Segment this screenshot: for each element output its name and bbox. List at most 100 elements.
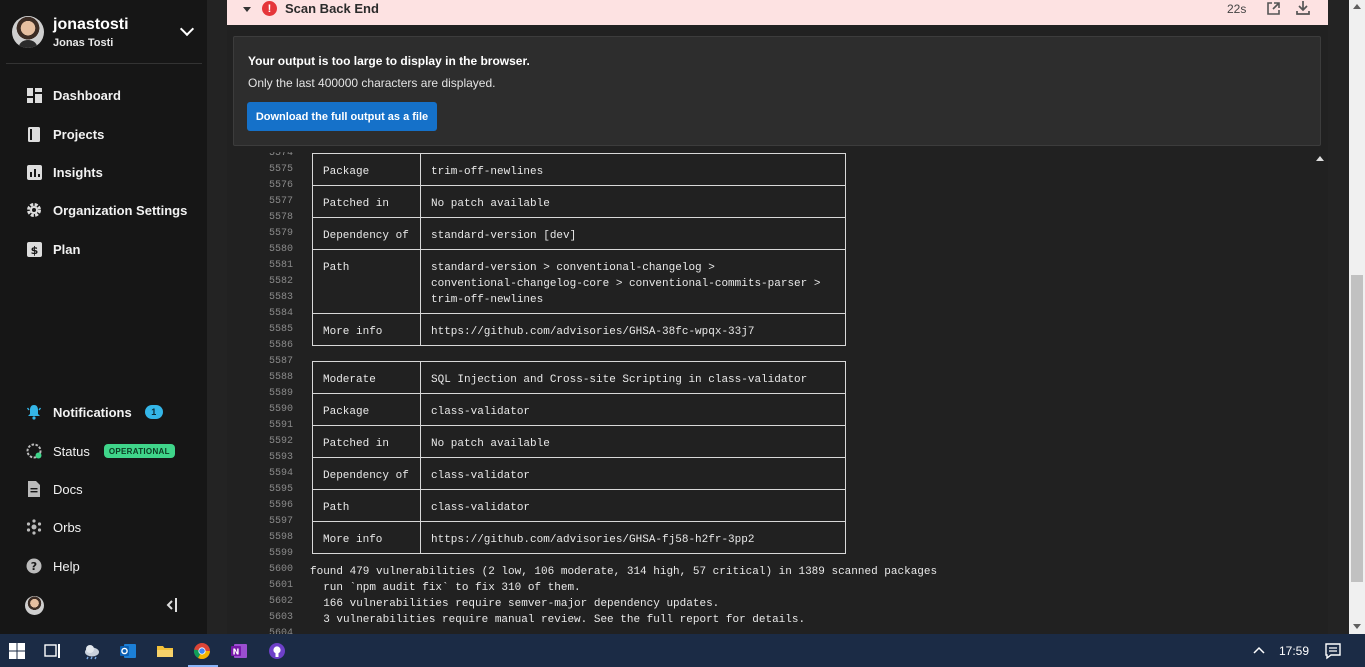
main-content: ! Scan Back End 22s Your output is too l…	[207, 0, 1365, 634]
windows-taskbar: N 17:59	[0, 634, 1365, 667]
line-number: 5591	[268, 420, 293, 431]
status-badge: OPERATIONAL	[103, 444, 175, 458]
github-icon[interactable]	[268, 642, 286, 660]
avatar[interactable]	[25, 596, 44, 615]
onenote-icon[interactable]: N	[230, 642, 248, 660]
page-scrollbar[interactable]	[1349, 0, 1365, 634]
log-line: 166 vulnerabilities require semver-major…	[310, 598, 720, 610]
notification-count-badge: 1	[144, 405, 163, 419]
line-number: 5585	[268, 324, 293, 335]
line-number: 5574	[268, 152, 293, 159]
line-number: 5599	[268, 548, 293, 559]
sidebar-item-notifications[interactable]: Notifications 1	[26, 401, 163, 423]
sidebar-item-label: Notifications	[53, 404, 132, 420]
sidebar-item-label: Projects	[53, 126, 105, 142]
sidebar-item-status[interactable]: Status OPERATIONAL	[26, 440, 175, 462]
scrollbar-thumb[interactable]	[1351, 275, 1363, 582]
log-scrollbar[interactable]	[1312, 152, 1328, 634]
table-cell: https://github.com/advisories/GHSA-38fc-…	[431, 326, 755, 338]
download-output-button[interactable]: Download the full output as a file	[247, 102, 437, 131]
line-number: 5587	[268, 356, 293, 367]
user-menu[interactable]: jonastosti Jonas Tosti	[12, 15, 197, 49]
table-border	[312, 425, 846, 426]
line-number: 5578	[268, 212, 293, 223]
external-link-icon[interactable]	[1266, 1, 1281, 16]
sidebar-item-help[interactable]: ? Help	[26, 555, 80, 577]
table-border	[312, 393, 846, 394]
table-cell: No patch available	[431, 438, 550, 450]
orbs-icon	[26, 519, 42, 535]
step-header[interactable]: ! Scan Back End 22s	[227, 0, 1328, 25]
sidebar-item-orbs[interactable]: Orbs	[26, 516, 81, 538]
scroll-up-icon[interactable]	[1316, 156, 1324, 161]
line-number: 5598	[268, 532, 293, 543]
log-output: 5574 5575 5576 5577 5578 5579 5580 5581 5582 5583…	[227, 152, 1312, 634]
line-number: 5600	[268, 564, 293, 575]
line-number: 5584	[268, 308, 293, 319]
table-cell: More info	[323, 534, 383, 546]
table-border	[312, 521, 846, 522]
sidebar-item-plan[interactable]: $ Plan	[26, 238, 80, 260]
line-number: 5582	[268, 276, 293, 287]
line-number: 5575	[268, 164, 293, 175]
document-icon	[26, 481, 42, 497]
log-line: 3 vulnerabilities require manual review.…	[310, 614, 806, 626]
line-number: 5583	[268, 292, 293, 303]
chrome-icon[interactable]	[193, 642, 211, 660]
book-icon	[26, 126, 42, 142]
table-border	[312, 249, 846, 250]
step-duration: 22s	[1227, 2, 1247, 16]
line-number: 5592	[268, 436, 293, 447]
chevron-up-icon[interactable]	[1252, 642, 1266, 660]
sidebar-item-label: Orbs	[53, 519, 82, 535]
help-icon: ?	[26, 558, 42, 574]
table-cell: conventional-changelog-core > convention…	[431, 278, 821, 290]
table-border	[420, 361, 421, 553]
status-icon	[26, 443, 42, 459]
sidebar-item-docs[interactable]: Docs	[26, 478, 83, 500]
file-explorer-icon[interactable]	[156, 642, 174, 660]
sidebar-item-organization-settings[interactable]: Organization Settings	[26, 199, 187, 221]
table-cell: class-validator	[431, 406, 531, 418]
line-number: 5579	[268, 228, 293, 239]
table-border	[312, 489, 846, 490]
table-cell: Dependency of	[323, 470, 409, 482]
collapse-sidebar-icon[interactable]	[164, 597, 178, 613]
notice-subtitle: Only the last 400000 characters are disp…	[248, 76, 496, 90]
sidebar-item-projects[interactable]: Projects	[26, 123, 104, 145]
gear-icon	[26, 202, 42, 218]
caret-down-icon[interactable]	[243, 7, 251, 12]
step-title: Scan Back End	[285, 1, 379, 16]
sidebar-item-label: Insights	[53, 164, 103, 180]
table-cell: More info	[323, 326, 383, 338]
scroll-up-icon[interactable]	[1353, 4, 1361, 9]
table-cell: trim-off-newlines	[431, 166, 544, 178]
weather-icon[interactable]	[83, 642, 101, 660]
sidebar-item-insights[interactable]: Insights	[26, 161, 103, 183]
sidebar-item-label: Status	[53, 443, 90, 459]
table-cell: class-validator	[431, 502, 531, 514]
windows-start-icon[interactable]	[8, 642, 26, 660]
table-border	[312, 153, 846, 154]
sidebar-item-dashboard[interactable]: Dashboard	[26, 84, 121, 106]
line-number: 5586	[268, 340, 293, 351]
scroll-down-icon[interactable]	[1353, 624, 1361, 629]
download-icon[interactable]	[1295, 0, 1311, 16]
chevron-down-icon[interactable]	[179, 21, 195, 37]
table-border	[420, 153, 421, 345]
table-cell: Dependency of	[323, 230, 409, 242]
table-cell: Package	[323, 406, 370, 418]
line-number: 5576	[268, 180, 293, 191]
table-border	[312, 457, 846, 458]
table-cell: Path	[323, 262, 350, 274]
outlook-icon[interactable]	[119, 642, 137, 660]
taskbar-clock[interactable]: 17:59	[1279, 644, 1309, 658]
task-view-icon[interactable]	[44, 642, 62, 660]
bell-icon	[26, 404, 42, 420]
notification-center-icon[interactable]	[1324, 642, 1342, 660]
step-output: Your output is too large to display in t…	[227, 25, 1328, 634]
table-border	[312, 313, 846, 314]
line-number: 5580	[268, 244, 293, 255]
sidebar-item-label: Help	[53, 558, 80, 574]
table-border	[312, 217, 846, 218]
